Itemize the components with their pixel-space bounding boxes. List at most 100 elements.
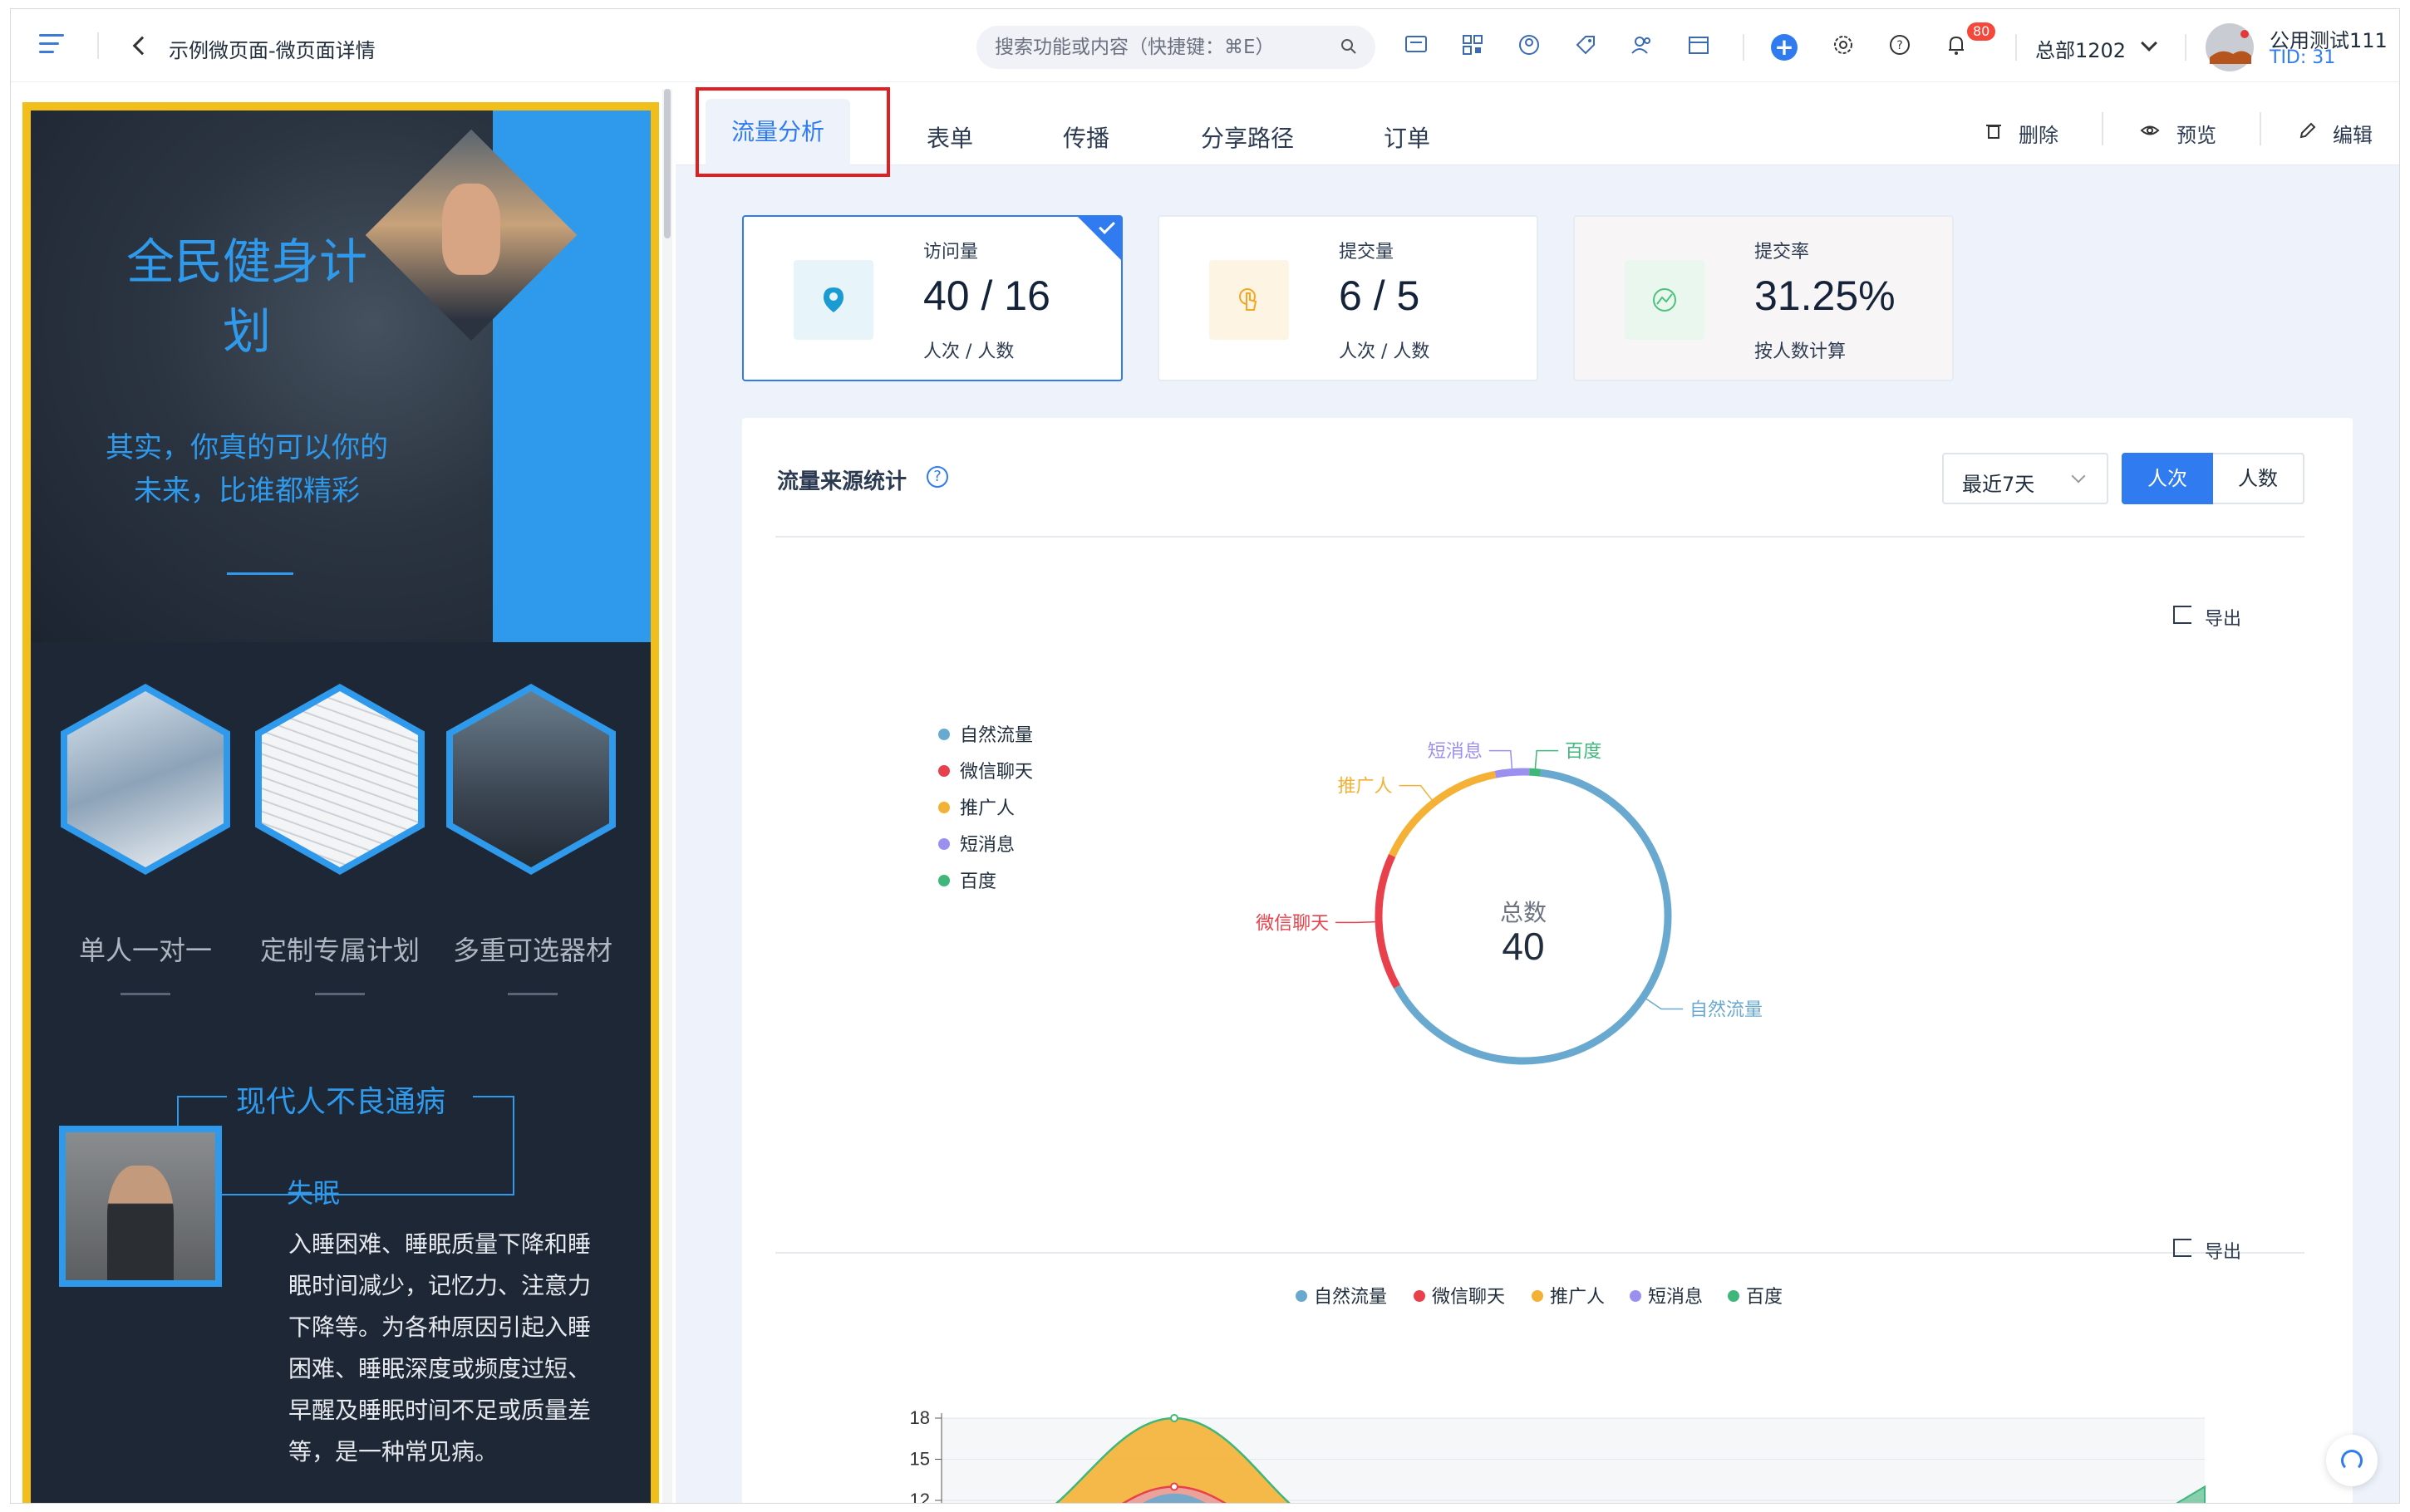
card-title: 流量来源统计 [777, 469, 907, 494]
hero-title: 全民健身计划 [125, 233, 367, 360]
tab-forms[interactable]: 表单 [927, 120, 973, 154]
qrcode-icon[interactable] [1460, 32, 1485, 57]
donut-leader-line [1534, 749, 1559, 769]
message-icon[interactable] [1404, 32, 1429, 57]
legend-label: 微信聊天 [960, 762, 1034, 783]
legend-item[interactable]: 自然流量 [1296, 1282, 1387, 1308]
legend-label: 推广人 [960, 798, 1016, 819]
legend-item[interactable]: 百度 [1728, 1282, 1783, 1308]
user-circle-icon[interactable] [1517, 32, 1542, 57]
section-title: 现代人不良通病 [235, 1085, 445, 1119]
legend-item[interactable]: 百度 [938, 866, 996, 893]
tab-traffic-analysis[interactable]: 流量分析 [706, 99, 850, 165]
plus-icon[interactable]: + [1771, 34, 1798, 61]
tab-spread[interactable]: 传播 [1063, 120, 1109, 154]
bell-icon[interactable] [1944, 32, 1969, 57]
stat-card-rate[interactable]: 提交率 31.25% 按人数计算 [1573, 215, 1954, 381]
toggle-visits[interactable]: 人次 [2122, 453, 2213, 504]
avatar[interactable] [2205, 22, 2255, 72]
feature-label: 单人一对一 [78, 935, 212, 966]
settings-icon[interactable] [1831, 32, 1856, 57]
export-icon[interactable] [2173, 1239, 2191, 1257]
tab-share-path[interactable]: 分享路径 [1201, 120, 1294, 154]
donut-label: 推广人 [1338, 777, 1393, 798]
feature-image [255, 684, 425, 875]
stat-card-submissions[interactable]: 提交量 6 / 5 人次 / 人数 [1158, 215, 1538, 381]
legend-item[interactable]: 微信聊天 [938, 757, 1033, 783]
preview-button[interactable]: 预览 [2176, 119, 2216, 148]
edit-icon[interactable] [2298, 120, 2318, 140]
data-point[interactable] [1170, 1414, 1178, 1422]
area-chart: 9121518 [910, 1407, 2206, 1504]
calendar-icon[interactable] [1686, 32, 1711, 57]
legend-item[interactable]: 短消息 [938, 830, 1015, 857]
eye-icon[interactable] [2140, 120, 2160, 140]
preview-scrollbar[interactable] [662, 89, 672, 1503]
search-icon[interactable] [1340, 38, 1357, 55]
chevron-down-icon[interactable] [2141, 35, 2157, 52]
menu-icon[interactable] [39, 34, 64, 56]
y-tick-label: 18 [910, 1407, 930, 1428]
back-icon[interactable] [132, 36, 152, 56]
stat-value: 6 / 5 [1339, 272, 1420, 319]
export-button[interactable]: 导出 [2205, 604, 2241, 631]
users-icon[interactable] [1630, 32, 1655, 57]
org-select[interactable]: 总部1202 [2035, 34, 2126, 63]
data-point[interactable] [1170, 1482, 1178, 1491]
tag-icon[interactable] [1573, 32, 1598, 57]
headset-icon [2341, 1450, 2363, 1471]
legend-item[interactable]: 短消息 [1630, 1282, 1703, 1308]
legend-label: 短消息 [1648, 1287, 1704, 1308]
toggle-people[interactable]: 人数 [2213, 453, 2304, 504]
stat-label: 提交率 [1754, 242, 1810, 263]
export-icon[interactable] [2173, 606, 2191, 624]
legend-item[interactable]: 微信聊天 [1414, 1282, 1505, 1308]
donut-center-label: 总数 [1500, 899, 1547, 926]
donut-label: 自然流量 [1689, 999, 1763, 1020]
legend-dot [1296, 1290, 1307, 1302]
legend-dot [1728, 1290, 1739, 1302]
export-button[interactable]: 导出 [2205, 1237, 2241, 1264]
tab-orders[interactable]: 订单 [1384, 120, 1430, 154]
donut-slice[interactable] [1375, 853, 1400, 989]
donut-slice[interactable] [1528, 768, 1542, 777]
donut-leader-line [1645, 998, 1684, 1010]
search-input[interactable] [995, 26, 1327, 69]
edit-button[interactable]: 编辑 [2333, 119, 2373, 148]
donut-slice[interactable] [1389, 770, 1497, 857]
donut-slice[interactable] [1494, 768, 1530, 778]
donut-leader-line [1399, 784, 1433, 801]
help-icon[interactable]: ? [927, 466, 948, 488]
notification-badge: 80 [1967, 22, 1996, 41]
phone-preview[interactable]: 全民健身计划 其实，你真的可以你的未来，比谁都精彩 单人一对一 定制专属计划 多… [22, 102, 659, 1503]
delete-button[interactable]: 删除 [2019, 119, 2058, 148]
help-icon[interactable]: ? [1887, 32, 1912, 57]
legend-item[interactable]: 推广人 [938, 793, 1015, 820]
legend-dot [1414, 1290, 1425, 1302]
feature-underline [120, 993, 170, 995]
traffic-source-card: 流量来源统计 ? 最近7天 人次 人数 导出 自然流量 微信聊天 推广人 短消息… [742, 418, 2353, 1504]
legend-label: 自然流量 [1314, 1287, 1388, 1308]
legend-label: 自然流量 [960, 725, 1034, 746]
date-range-select[interactable]: 最近7天 [1942, 453, 2108, 504]
search-box[interactable] [976, 26, 1375, 69]
y-tick-label: 12 [910, 1490, 930, 1504]
divider [1743, 34, 1744, 61]
legend-item[interactable]: 推广人 [1532, 1282, 1605, 1308]
legend-item[interactable]: 自然流量 [938, 720, 1033, 747]
divider [2260, 112, 2261, 145]
svg-text:?: ? [1896, 39, 1902, 52]
divider [2185, 34, 2186, 61]
feature-underline [508, 993, 558, 995]
stat-card-visits[interactable]: 访问量 40 / 16 人次 / 人数 [742, 215, 1123, 381]
stat-value: 31.25% [1754, 272, 1896, 319]
support-button[interactable] [2326, 1435, 2378, 1486]
donut-label: 百度 [1565, 742, 1601, 763]
touch-icon [1239, 288, 1257, 311]
tab-bar: 流量分析 表单 传播 分享路径 订单 删除 预览 编辑 [676, 82, 2399, 177]
frame-line [220, 1194, 514, 1195]
stat-icon-box [1625, 260, 1704, 340]
trash-icon[interactable] [1984, 120, 2004, 140]
donut-label: 短消息 [1428, 742, 1483, 763]
divider [2102, 112, 2103, 145]
